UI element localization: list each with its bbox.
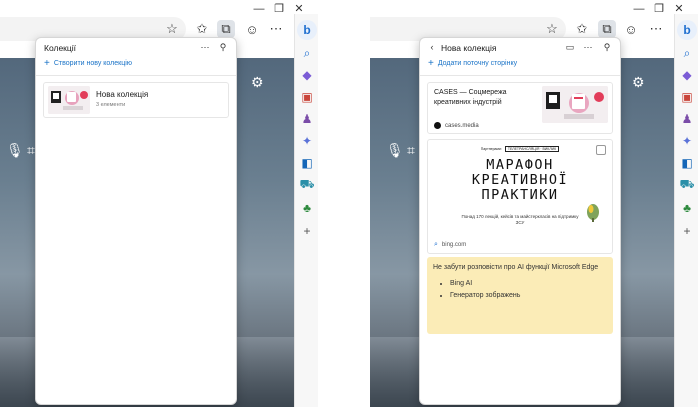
settings-gear-icon[interactable]: ⚙	[632, 74, 645, 91]
bing-search-icon: ⌕	[434, 241, 438, 248]
note-text: Не забути розповісти про AI функції Micr…	[433, 264, 599, 271]
edge-sidebar: b ⌕ ◆ ▣ ♟ ✦ ◧ ⛟ ♣ +	[674, 14, 698, 407]
source-label: cases.media	[445, 122, 479, 129]
partner-label: Партнерами:	[480, 147, 502, 151]
collection-card-cases[interactable]: CASES — Соцмережа креативних індустрій c…	[427, 82, 613, 134]
panel-title: Нова колекція	[441, 43, 497, 53]
more-options-icon[interactable]: ⋯	[582, 42, 594, 53]
add-note-icon[interactable]: ▭	[564, 42, 576, 53]
games-icon[interactable]: ✦	[298, 132, 316, 150]
pin-icon[interactable]: ⚲	[217, 42, 229, 53]
card-source: cases.media	[434, 122, 479, 129]
edge-sidebar: b ⌕ ◆ ▣ ♟ ✦ ◧ ⛟ ♣ +	[294, 14, 318, 407]
collection-count: 3 елементи	[96, 102, 126, 108]
profile-icon[interactable]: ☺	[622, 20, 640, 38]
profile-icon[interactable]: ☺	[243, 20, 261, 38]
pin-icon[interactable]: ⚲	[601, 42, 613, 53]
favorite-add-icon[interactable]: ☆	[163, 20, 181, 38]
collection-detail-panel: ‹ Нова колекція ▭ ⋯ ⚲ + Додати поточну с…	[419, 37, 621, 405]
games-icon[interactable]: ✦	[678, 132, 696, 150]
add-current-page-label: Додати поточну сторінку	[437, 60, 518, 67]
shopping-icon[interactable]: ⛟	[298, 176, 316, 194]
card-source: ⌕ bing.com	[434, 241, 466, 249]
panel-header: Колекції ⋯ ⚲	[36, 38, 236, 58]
bing-icon[interactable]: b	[677, 20, 697, 40]
people-icon[interactable]: ♟	[298, 110, 316, 128]
tree-icon[interactable]: ♣	[298, 199, 316, 217]
marathon-heading: МАРАФОН КРЕАТИВНОЇ ПРАКТИКИ	[428, 158, 612, 203]
collections-icon[interactable]: ⧉	[598, 20, 616, 38]
visual-search-icon[interactable]: ⌗	[407, 142, 415, 159]
create-collection-button[interactable]: + Створити нову колекцію	[44, 58, 133, 69]
outlook-icon[interactable]: ◧	[298, 154, 316, 172]
visual-search-icon[interactable]: ⌗	[27, 142, 35, 159]
card-title: CASES — Соцмережа креативних індустрій	[434, 89, 507, 106]
settings-gear-icon[interactable]: ⚙	[251, 74, 264, 91]
toolbox-icon[interactable]: ▣	[298, 88, 316, 106]
divider	[420, 75, 620, 76]
tag-icon[interactable]: ◆	[298, 66, 316, 84]
collection-name: Нова колекція	[96, 90, 149, 99]
panel-title: Колекції	[44, 43, 77, 53]
note-list: Bing AI Генератор зображень	[450, 278, 607, 302]
back-arrow-icon[interactable]: ‹	[426, 42, 438, 52]
plus-icon: +	[44, 58, 50, 69]
cases-logo-icon	[434, 122, 441, 129]
heading-line-2: КРЕАТИВНОЇ	[471, 172, 569, 188]
collection-item[interactable]: Нова колекція 3 елементи	[43, 82, 229, 118]
collection-card-marathon[interactable]: Партнерами: ТЕЛЕТРАНСЛЯЦІЯ · ВИКЛИК МАРА…	[427, 139, 613, 254]
panel-header: ‹ Нова колекція ▭ ⋯ ⚲	[420, 38, 620, 58]
more-icon[interactable]: ⋯	[267, 20, 285, 38]
marathon-subtitle: Понад 170 лекцій, кейсів та майстеркласі…	[461, 214, 579, 225]
collections-panel: Колекції ⋯ ⚲ + Створити нову колекцію Но…	[35, 37, 237, 405]
plant-illustration-icon	[587, 204, 599, 222]
note-card[interactable]: Не забути розповісти про AI функції Micr…	[427, 257, 613, 334]
microphone-icon[interactable]: 🎙	[386, 142, 404, 159]
add-icon[interactable]: +	[678, 222, 696, 240]
partner-logo: ТЕЛЕТРАНСЛЯЦІЯ · ВИКЛИК	[504, 146, 560, 152]
shopping-icon[interactable]: ⛟	[678, 176, 696, 194]
source-label: bing.com	[441, 242, 467, 248]
collections-icon[interactable]: ⧉	[217, 20, 235, 38]
plus-icon: +	[428, 58, 434, 69]
favorite-add-icon[interactable]: ☆	[543, 20, 561, 38]
search-icon[interactable]: ⌕	[298, 44, 316, 62]
outlook-icon[interactable]: ◧	[678, 154, 696, 172]
more-icon[interactable]: ⋯	[647, 20, 665, 38]
left-screenshot: — ❐ ✕ ☆ ✩ ⧉ ☺ ⋯ ⚙ 🎙 ⌗ b ⌕ ◆ ▣ ♟ ✦ ◧ ⛟ ♣ …	[0, 0, 318, 407]
note-list-item: Генератор зображень	[450, 290, 607, 302]
divider	[36, 75, 236, 76]
right-screenshot: — ❐ ✕ ☆ ✩ ⧉ ☺ ⋯ ⚙ 🎙 ⌗ b ⌕ ◆ ▣ ♟ ✦ ◧ ⛟ ♣ …	[370, 0, 700, 407]
create-collection-label: Створити нову колекцію	[53, 60, 133, 67]
microphone-icon[interactable]: 🎙	[6, 142, 24, 159]
search-icon[interactable]: ⌕	[678, 44, 696, 62]
toolbox-icon[interactable]: ▣	[678, 88, 696, 106]
people-icon[interactable]: ♟	[678, 110, 696, 128]
card-thumbnail	[542, 86, 608, 123]
favorites-icon[interactable]: ✩	[193, 20, 211, 38]
add-icon[interactable]: +	[298, 222, 316, 240]
bing-icon[interactable]: b	[297, 20, 317, 40]
collection-thumbnail	[48, 86, 90, 114]
partner-line: Партнерами: ТЕЛЕТРАНСЛЯЦІЯ · ВИКЛИК	[428, 146, 612, 152]
note-list-item: Bing AI	[450, 278, 607, 290]
tag-icon[interactable]: ◆	[678, 66, 696, 84]
more-options-icon[interactable]: ⋯	[199, 42, 211, 53]
add-current-page-button[interactable]: + Додати поточну сторінку	[428, 58, 518, 69]
favorites-icon[interactable]: ✩	[573, 20, 591, 38]
tree-icon[interactable]: ♣	[678, 199, 696, 217]
heading-line-1: МАРАФОН	[486, 157, 554, 173]
